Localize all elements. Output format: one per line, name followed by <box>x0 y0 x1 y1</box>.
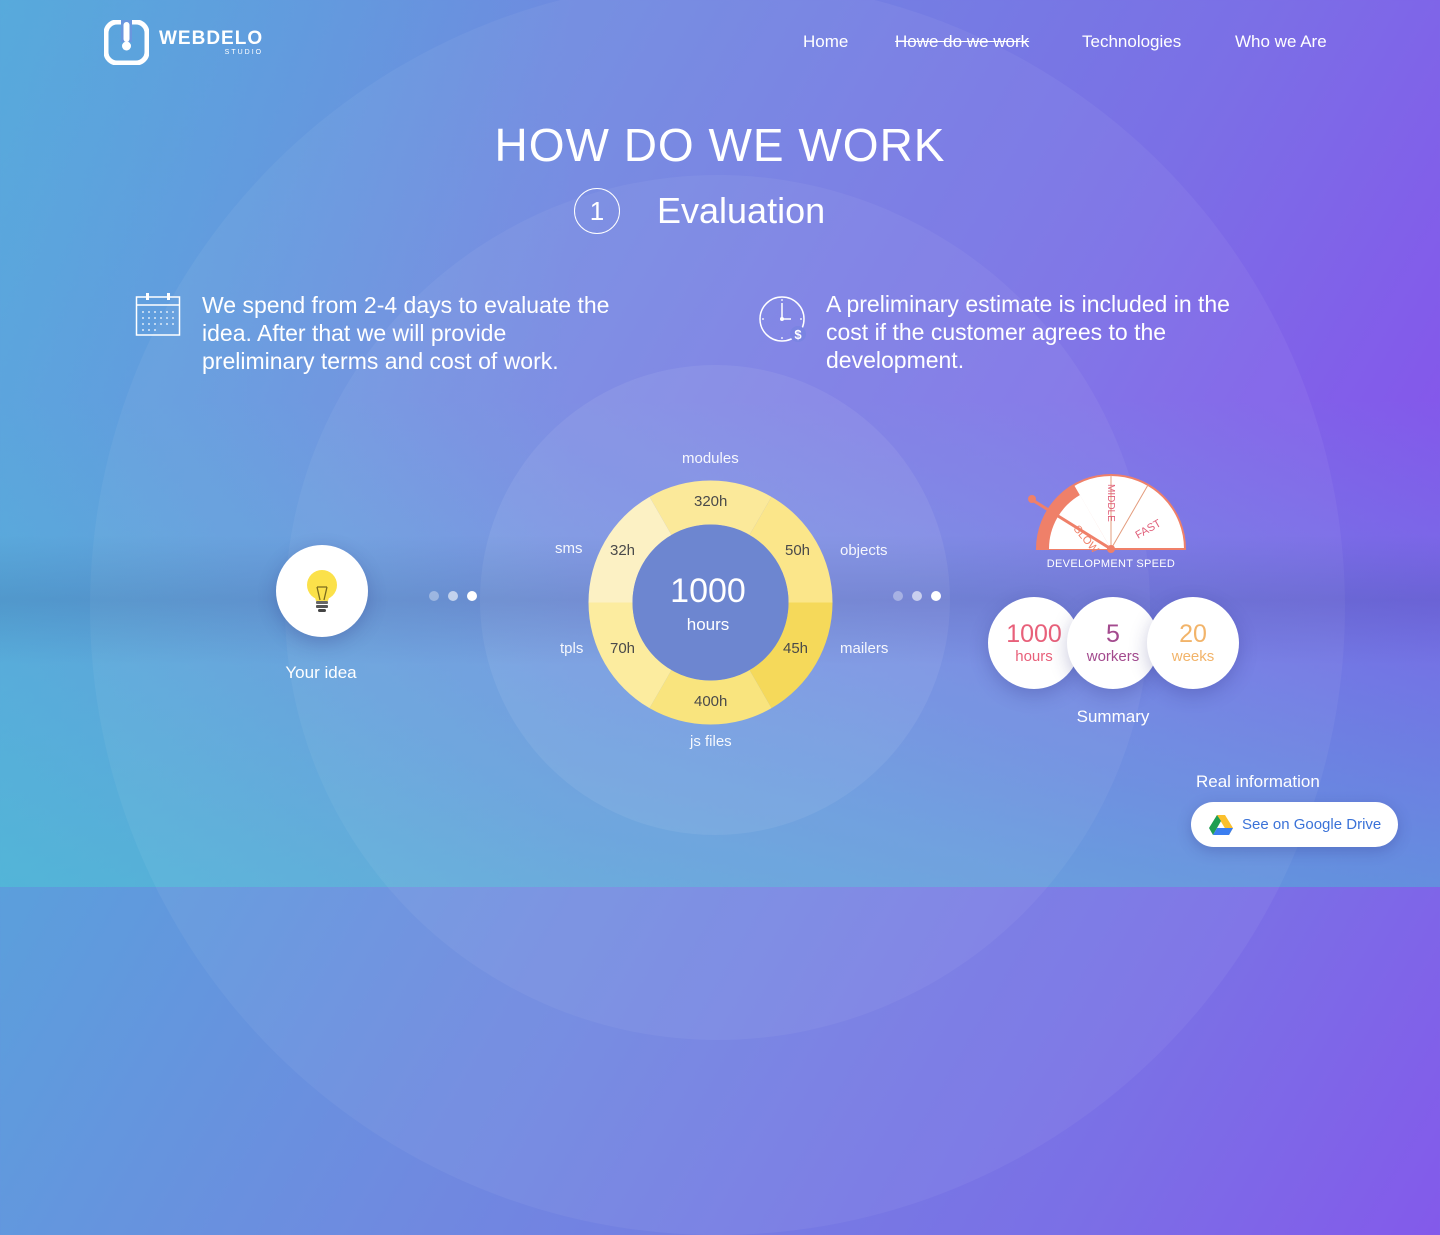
calendar-icon <box>135 293 181 336</box>
page-title: HOW DO WE WORK <box>494 119 946 171</box>
development-speed-gauge[interactable]: SLOW MIDDLE FAST <box>1020 465 1202 557</box>
total-hours-unit: hours <box>686 615 730 634</box>
main-nav: Home Howe do we work Technologies Who we… <box>0 32 1440 56</box>
summary-weeks-circle: 20 weeks <box>1147 597 1239 689</box>
step-title: Evaluation <box>657 190 826 231</box>
progress-dot <box>467 591 477 601</box>
segment-label-js-files: js files <box>690 733 732 750</box>
nav-technologies[interactable]: Technologies <box>1082 32 1181 52</box>
progress-dots-right <box>893 591 941 601</box>
segment-label-sms: sms <box>555 540 583 557</box>
progress-dot <box>931 591 941 601</box>
segment-label-objects: objects <box>840 542 888 559</box>
segment-hours-sms: 32h <box>610 542 636 559</box>
progress-dots-left <box>429 591 477 601</box>
total-hours-value: 1000 <box>670 572 746 610</box>
google-drive-icon <box>1209 814 1233 836</box>
segment-hours-modules: 320h <box>694 493 728 510</box>
clock-dollar-icon: $ <box>759 296 806 342</box>
svg-text:$: $ <box>794 327 802 342</box>
segment-hours-tpls: 70h <box>610 640 636 657</box>
segment-label-tpls: tpls <box>560 640 584 657</box>
development-speed-label: DEVELOPMENT SPEED <box>1046 558 1176 570</box>
nav-home[interactable]: Home <box>803 32 848 52</box>
segment-hours-js-files: 400h <box>694 693 728 710</box>
summary-label: Summary <box>1076 707 1150 726</box>
speed-option-middle[interactable]: MIDDLE <box>1105 484 1116 522</box>
info-evaluation-time: We spend from 2-4 days to evaluate the i… <box>202 292 610 374</box>
info-estimate-cost: A preliminary estimate is included in th… <box>826 291 1230 373</box>
summary-weeks-value: 20 <box>1179 620 1207 648</box>
google-drive-button-label: See on Google Drive <box>1242 816 1382 833</box>
summary-weeks-unit: weeks <box>1171 648 1215 665</box>
google-drive-button[interactable]: See on Google Drive <box>1191 802 1398 847</box>
step-number-badge: 1 <box>574 188 620 234</box>
real-information-title: Real information <box>1196 772 1320 791</box>
idea-circle[interactable] <box>276 545 368 637</box>
lightbulb-icon <box>307 570 337 612</box>
progress-dot <box>893 591 903 601</box>
summary-workers-circle: 5 workers <box>1067 597 1159 689</box>
nav-how-we-work[interactable]: Howe do we work <box>895 32 1029 52</box>
summary-workers-unit: workers <box>1086 648 1140 665</box>
segment-label-mailers: mailers <box>840 640 889 657</box>
progress-dot <box>912 591 922 601</box>
progress-dot <box>429 591 439 601</box>
segment-hours-mailers: 45h <box>783 640 809 657</box>
summary-workers-value: 5 <box>1106 620 1120 648</box>
idea-label: Your idea <box>285 663 357 682</box>
segment-hours-objects: 50h <box>785 542 811 559</box>
progress-dot <box>448 591 458 601</box>
segment-label-modules: modules <box>682 450 739 467</box>
nav-who-we-are[interactable]: Who we Are <box>1235 32 1327 52</box>
